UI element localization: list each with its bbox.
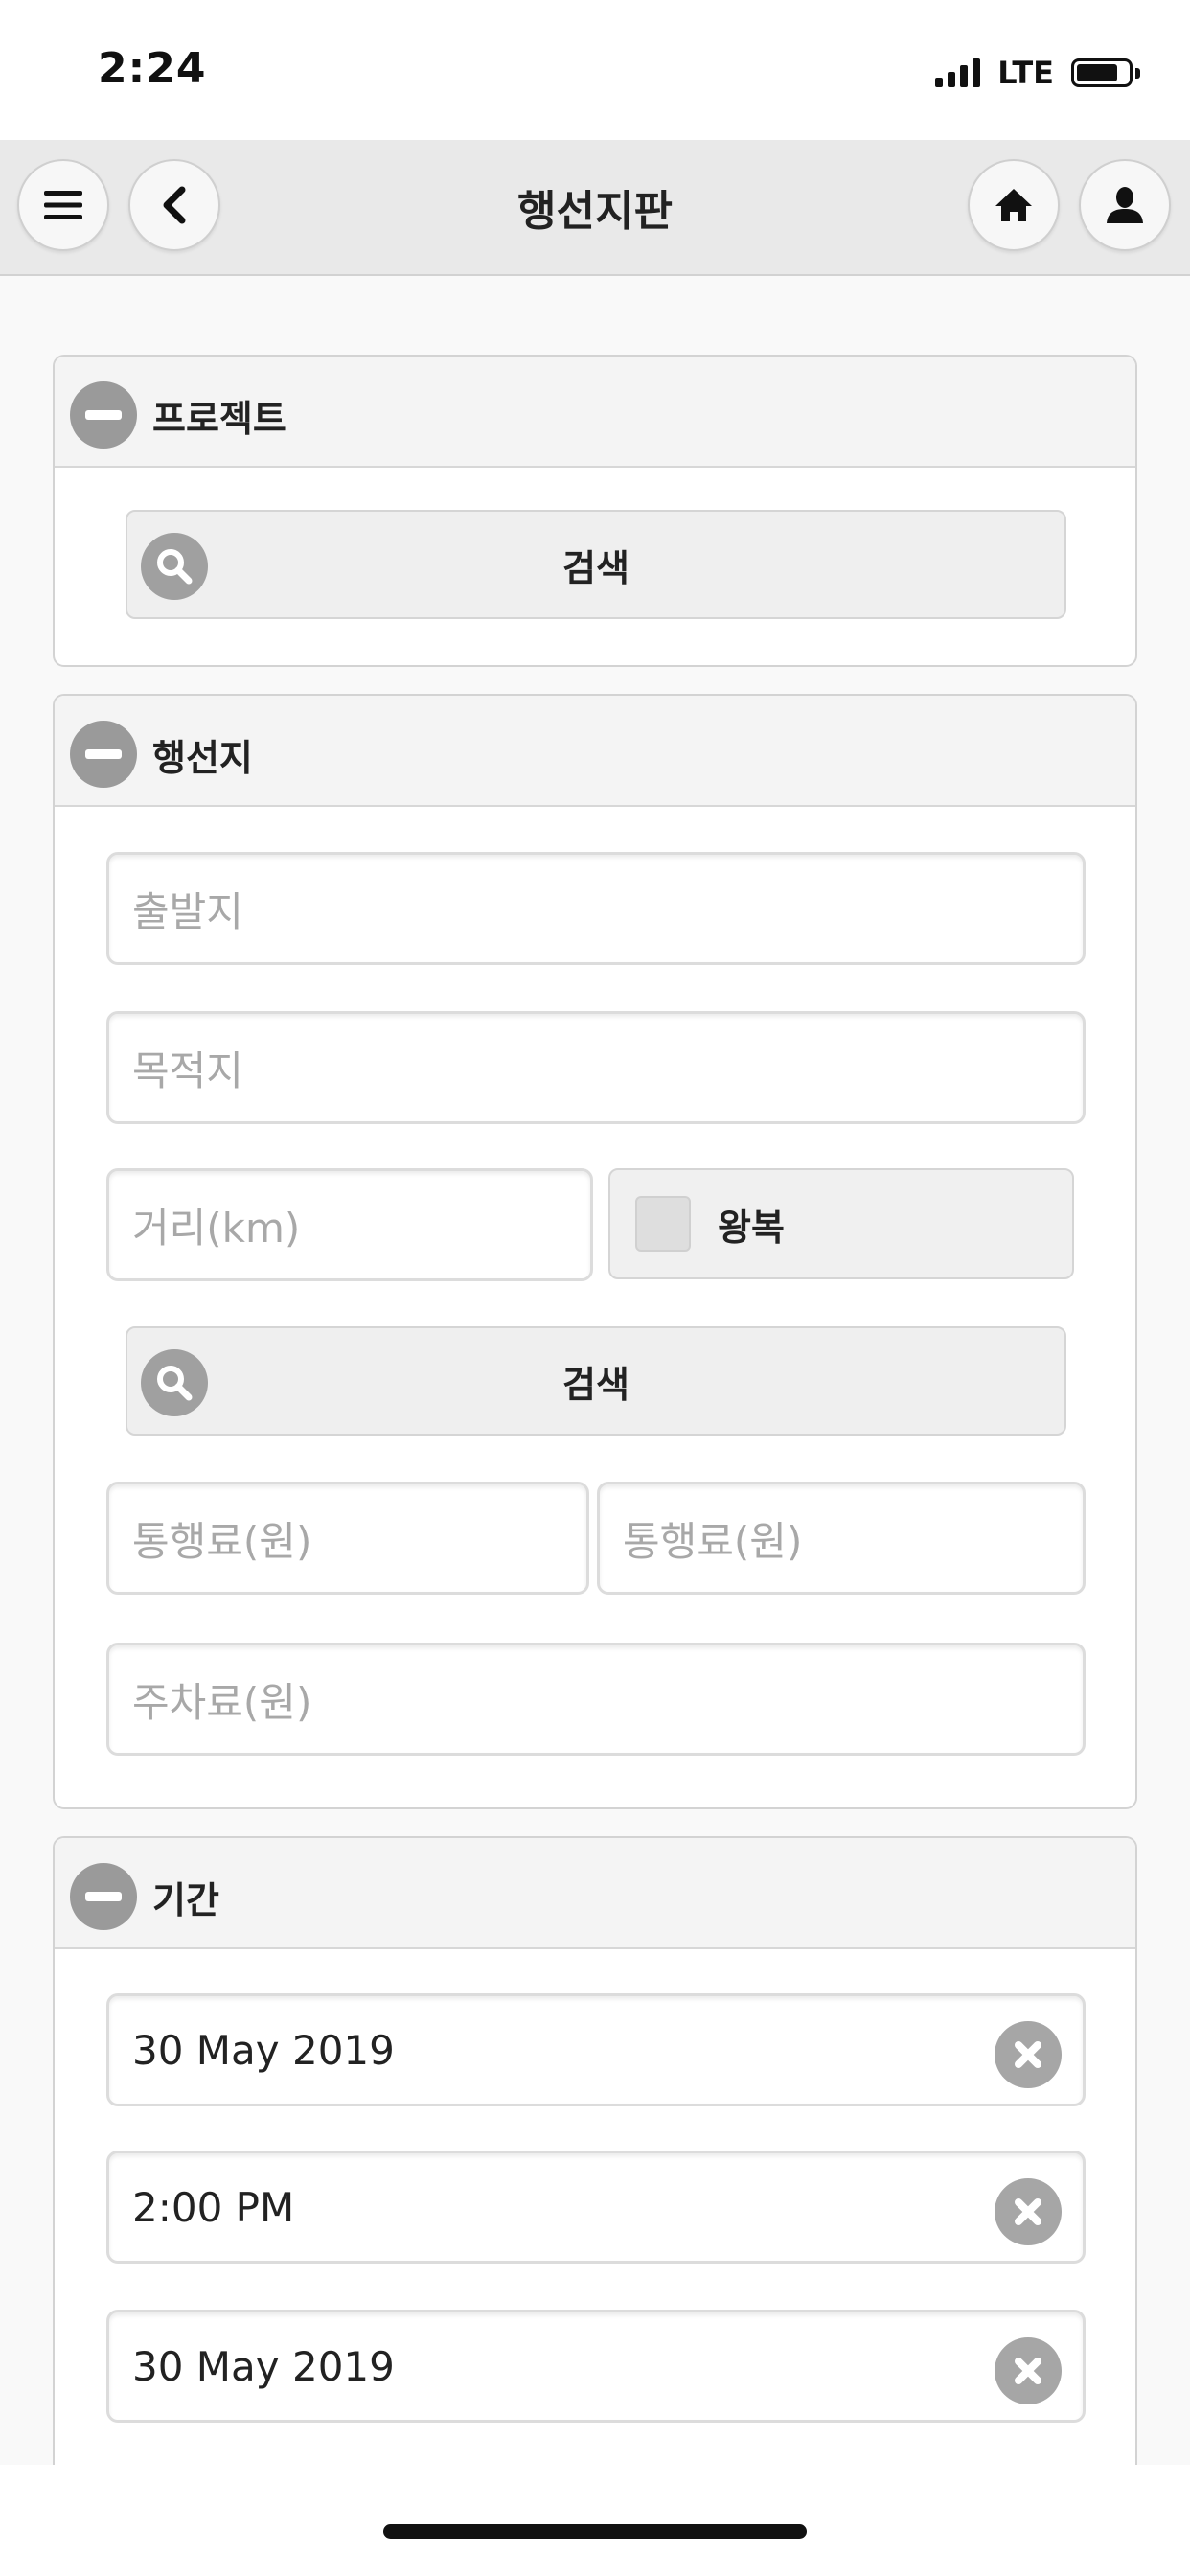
- clear-icon[interactable]: [995, 2178, 1062, 2245]
- clear-icon[interactable]: [995, 2337, 1062, 2404]
- period-panel: 기간 30 May 2019 2:00 PM 30 May 2019: [53, 1836, 1137, 2526]
- search-icon: [141, 533, 208, 600]
- status-time: 2:24: [98, 44, 207, 93]
- parking-placeholder: 주차료(원): [132, 1678, 312, 1726]
- network-type: LTE: [997, 55, 1054, 91]
- collapse-icon[interactable]: [70, 1863, 137, 1930]
- search-button-label: 검색: [562, 1363, 629, 1406]
- destination-placeholder: 목적지: [132, 1046, 243, 1094]
- round-trip-label: 왕복: [718, 1206, 785, 1249]
- start-time-value: 2:00 PM: [132, 2183, 295, 2231]
- project-search-button[interactable]: 검색: [126, 510, 1066, 619]
- home-indicator[interactable]: [383, 2524, 807, 2539]
- period-panel-header[interactable]: 기간: [55, 1838, 1135, 1949]
- origin-placeholder: 출발지: [132, 887, 243, 935]
- destination-panel-title: 행선지: [152, 737, 253, 779]
- distance-field[interactable]: 거리(km): [106, 1168, 593, 1281]
- round-trip-checkbox[interactable]: [635, 1196, 691, 1252]
- end-date-field[interactable]: 30 May 2019: [106, 2310, 1086, 2423]
- destination-field[interactable]: 목적지: [106, 1011, 1086, 1124]
- start-date-value: 30 May 2019: [132, 2026, 395, 2074]
- toll-field-2[interactable]: 통행료(원): [597, 1482, 1086, 1595]
- search-icon: [141, 1349, 208, 1416]
- collapse-icon[interactable]: [70, 381, 137, 448]
- route-search-button[interactable]: 검색: [126, 1326, 1066, 1436]
- parking-field[interactable]: 주차료(원): [106, 1643, 1086, 1756]
- project-panel-title: 프로젝트: [152, 398, 286, 440]
- start-time-field[interactable]: 2:00 PM: [106, 2150, 1086, 2264]
- distance-placeholder: 거리(km): [132, 1204, 301, 1252]
- search-button-label: 검색: [562, 546, 629, 589]
- destination-panel: 행선지 출발지 목적지 거리(km) 왕복 검색 통행료(원) 통행료(원) 주…: [53, 694, 1137, 1809]
- user-button[interactable]: [1079, 159, 1171, 251]
- period-panel-title: 기간: [152, 1879, 219, 1921]
- signal-icon: [935, 58, 981, 87]
- destination-panel-header[interactable]: 행선지: [55, 696, 1135, 807]
- start-date-field[interactable]: 30 May 2019: [106, 1993, 1086, 2106]
- battery-icon: [1071, 58, 1133, 87]
- toll-placeholder-1: 통행료(원): [132, 1517, 312, 1565]
- home-button[interactable]: [968, 159, 1060, 251]
- collapse-icon[interactable]: [70, 721, 137, 788]
- bottom-safe-area: [0, 2465, 1190, 2576]
- project-panel: 프로젝트 검색: [53, 355, 1137, 667]
- origin-field[interactable]: 출발지: [106, 852, 1086, 965]
- battery-tip: [1135, 67, 1140, 79]
- status-indicators: LTE: [935, 55, 1140, 91]
- project-panel-header[interactable]: 프로젝트: [55, 356, 1135, 468]
- status-bar: 2:24 LTE: [0, 0, 1190, 140]
- round-trip-toggle[interactable]: 왕복: [608, 1168, 1074, 1279]
- app-header: 행선지판: [0, 140, 1190, 276]
- home-icon: [995, 189, 1032, 221]
- end-date-value: 30 May 2019: [132, 2342, 395, 2390]
- user-icon: [1107, 187, 1143, 223]
- toll-field-1[interactable]: 통행료(원): [106, 1482, 589, 1595]
- clear-icon[interactable]: [995, 2021, 1062, 2088]
- toll-placeholder-2: 통행료(원): [623, 1517, 803, 1565]
